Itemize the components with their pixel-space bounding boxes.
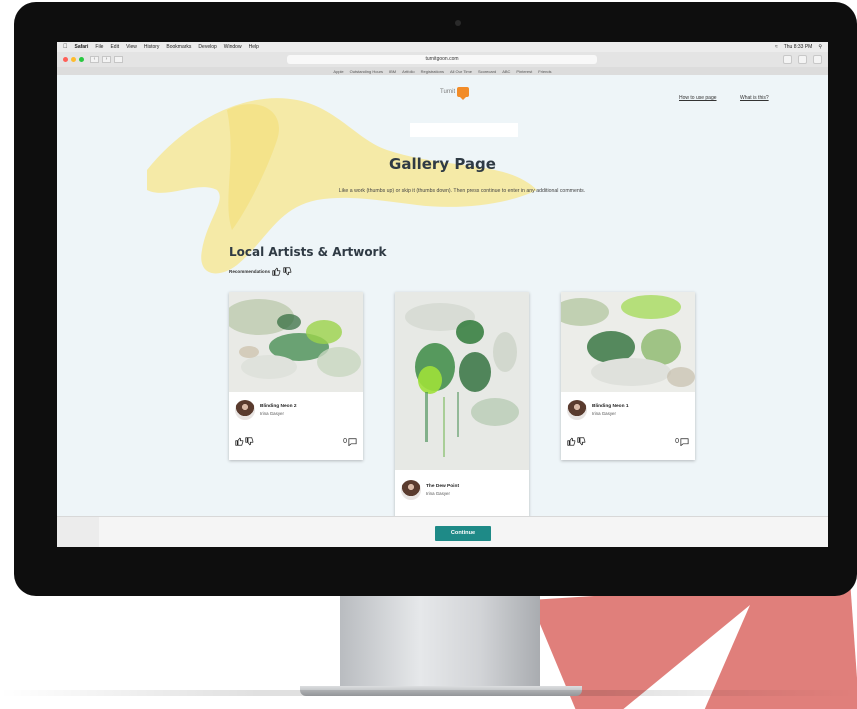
web-page: Turnit How to use page What is this? Gal… — [57, 75, 828, 547]
section-title: Local Artists & Artwork — [229, 245, 387, 259]
avatar — [401, 480, 421, 500]
artwork-meta: Blinding Neon 1 Irina Gasyer — [567, 400, 629, 420]
bookmark-item[interactable]: Scorecard — [478, 69, 496, 74]
artwork-meta-text: Blinding Neon 2 Irina Gasyer — [260, 404, 297, 416]
close-window-button[interactable] — [63, 57, 68, 62]
artwork-image[interactable] — [395, 292, 529, 470]
bookmark-item[interactable]: Apple — [333, 69, 343, 74]
screen:  Safari File Edit View History Bookmark… — [57, 42, 828, 547]
bookmark-item[interactable]: IBM — [389, 69, 396, 74]
monitor-stand — [340, 596, 540, 688]
blank-banner — [410, 123, 518, 137]
menu-bookmarks[interactable]: Bookmarks — [166, 44, 191, 50]
bookmark-item[interactable]: Registrations — [421, 69, 444, 74]
thumbs-down-icon[interactable] — [283, 267, 292, 276]
vote-buttons — [567, 437, 586, 446]
floor-shadow — [0, 690, 857, 696]
artwork-card[interactable]: Blinding Neon 1 Irina Gasyer 0 — [561, 292, 695, 460]
artwork-image[interactable] — [561, 292, 695, 392]
stage:  Safari File Edit View History Bookmark… — [0, 0, 857, 709]
menu-history[interactable]: History — [144, 44, 160, 50]
comment-count: 0 — [343, 438, 347, 445]
menu-file[interactable]: File — [95, 44, 103, 50]
wifi-icon[interactable]: ≈ — [775, 44, 778, 50]
logo-text: Turnit — [440, 89, 456, 95]
recommendations-label: Recommendations — [229, 269, 271, 274]
site-header: Turnit How to use page What is this? — [57, 75, 828, 115]
apple-icon[interactable]:  — [63, 44, 68, 50]
menu-window[interactable]: Window — [224, 44, 242, 50]
artwork-actions: 0 — [235, 437, 357, 446]
bookmark-item[interactable]: Outstanding Hours — [350, 69, 383, 74]
zoom-window-button[interactable] — [79, 57, 84, 62]
bookmark-item[interactable]: Pinterest — [516, 69, 532, 74]
menu-develop[interactable]: Develop — [198, 44, 216, 50]
how-to-use-link[interactable]: How to use page — [679, 95, 717, 101]
menu-help[interactable]: Help — [249, 44, 259, 50]
artwork-title[interactable]: Blinding Neon 2 — [260, 404, 297, 409]
comment-icon — [348, 437, 357, 446]
bookmark-item[interactable]: Friends — [538, 69, 551, 74]
thumbs-up-icon[interactable] — [272, 267, 281, 276]
artist-name: Irina Gasyer — [260, 411, 284, 416]
avatar — [567, 400, 587, 420]
search-icon[interactable]: ⚲ — [818, 44, 822, 50]
logo-speech-bubble-icon — [457, 87, 470, 100]
forward-button[interactable]: › — [102, 56, 111, 63]
camera-dot — [455, 20, 461, 26]
what-is-this-link[interactable]: What is this? — [740, 95, 769, 101]
vote-buttons — [235, 437, 254, 446]
continue-button[interactable]: Continue — [435, 526, 491, 541]
menu-view[interactable]: View — [126, 44, 137, 50]
tabs-icon[interactable] — [813, 55, 822, 64]
page-title: Gallery Page — [389, 155, 496, 173]
minimize-window-button[interactable] — [71, 57, 76, 62]
site-logo[interactable]: Turnit — [440, 87, 470, 100]
artwork-meta: Blinding Neon 2 Irina Gasyer — [235, 400, 297, 420]
bookmarks-bar: Apple Outstanding Hours IBM Artfollo Reg… — [57, 67, 828, 75]
artwork-title[interactable]: The Dew Point — [426, 484, 459, 489]
continue-bar: Continue — [57, 516, 828, 547]
recommendations-filter: Recommendations — [229, 267, 292, 276]
artwork-actions: 0 — [567, 437, 689, 446]
share-icon[interactable] — [798, 55, 807, 64]
artwork-meta-text: Blinding Neon 1 Irina Gasyer — [592, 404, 629, 416]
toolbar-right — [783, 55, 822, 64]
menu-bar:  Safari File Edit View History Bookmark… — [57, 42, 828, 52]
comment-button[interactable]: 0 — [675, 437, 689, 446]
artist-name: Irina Gasyer — [426, 491, 450, 496]
artist-name: Irina Gasyer — [592, 411, 616, 416]
bookmark-item[interactable]: Artfollo — [402, 69, 414, 74]
comment-button[interactable]: 0 — [343, 437, 357, 446]
address-bar[interactable]: turnitgoon.com — [287, 55, 597, 64]
artwork-image[interactable] — [229, 292, 363, 392]
artwork-meta: The Dew Point Irina Gasyer — [401, 480, 459, 500]
thumbs-up-icon[interactable] — [235, 437, 244, 446]
thumbs-down-icon[interactable] — [577, 437, 586, 446]
thumbs-down-icon[interactable] — [245, 437, 254, 446]
thumbs-up-icon[interactable] — [567, 437, 576, 446]
bookmark-item[interactable]: All Our Time — [450, 69, 472, 74]
sidebar-toggle-button[interactable] — [114, 56, 123, 63]
artwork-card[interactable]: Blinding Neon 2 Irina Gasyer 0 — [229, 292, 363, 460]
comment-icon — [680, 437, 689, 446]
bottom-left-panel — [57, 517, 99, 547]
artwork-card[interactable]: The Dew Point Irina Gasyer — [395, 292, 529, 522]
back-button[interactable]: ‹ — [90, 56, 99, 63]
menu-edit[interactable]: Edit — [110, 44, 119, 50]
menu-status-area: ≈ Thu 8:33 PM ⚲ — [775, 44, 822, 50]
browser-toolbar: ‹ › turnitgoon.com — [57, 52, 828, 67]
download-icon[interactable] — [783, 55, 792, 64]
menu-app-name[interactable]: Safari — [75, 44, 89, 50]
artwork-meta-text: The Dew Point Irina Gasyer — [426, 484, 459, 496]
avatar — [235, 400, 255, 420]
clock[interactable]: Thu 8:33 PM — [784, 44, 813, 50]
comment-count: 0 — [675, 438, 679, 445]
bookmark-item[interactable]: ABC — [502, 69, 510, 74]
page-intro: Like a work (thumbs up) or skip it (thum… — [338, 188, 586, 194]
artwork-title[interactable]: Blinding Neon 1 — [592, 404, 629, 409]
